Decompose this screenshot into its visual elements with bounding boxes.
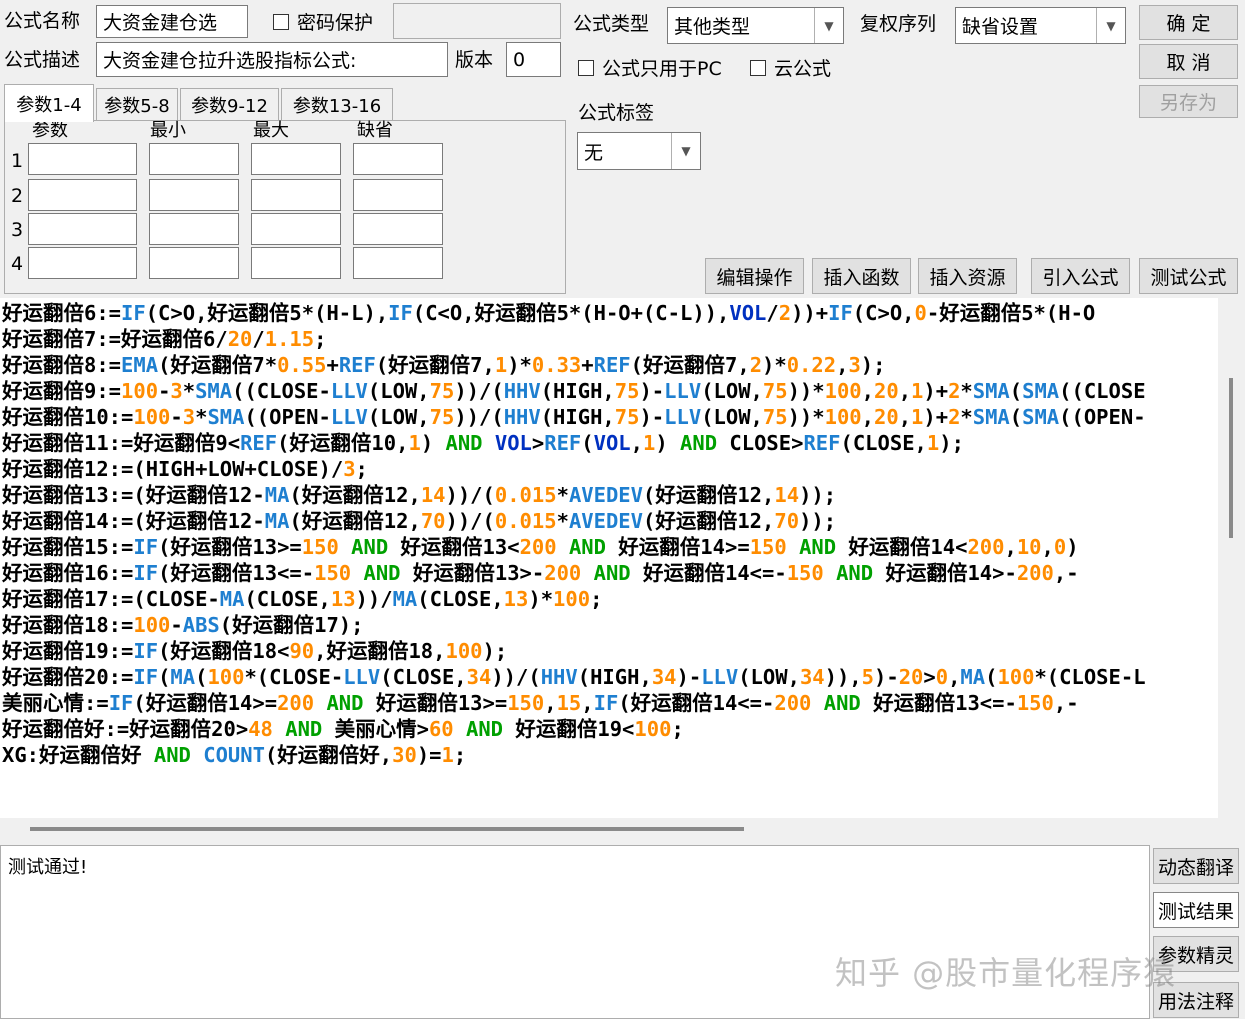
chevron-down-icon[interactable]: ▼ — [814, 8, 843, 43]
param-default-input[interactable] — [353, 179, 443, 211]
password-protect-checkbox[interactable]: 密码保护 — [273, 8, 373, 35]
param-header-name: 参数 — [32, 120, 68, 141]
param-name-input[interactable] — [28, 179, 137, 211]
code-line[interactable]: 好运翻倍9:=100-3*SMA((CLOSE-LLV(LOW,75))/(HH… — [2, 378, 1218, 404]
watermark: 知乎 @股市量化程序猿 — [835, 954, 1177, 992]
tab-params-5-8[interactable]: 参数5-8 — [96, 88, 178, 120]
param-min-input[interactable] — [149, 247, 239, 279]
checkbox-box[interactable] — [750, 59, 766, 76]
save-as-button[interactable]: 另存为 — [1139, 85, 1238, 118]
param-default-input[interactable] — [353, 143, 443, 175]
pc-only-label: 公式只用于PC — [602, 58, 722, 80]
tab-params-13-16[interactable]: 参数13-16 — [281, 88, 393, 120]
code-line[interactable]: 美丽心情:=IF(好运翻倍14>=200 AND 好运翻倍13>=150,15,… — [2, 690, 1218, 716]
code-line[interactable]: 好运翻倍13:=(好运翻倍12-MA(好运翻倍12,14))/(0.015*AV… — [2, 482, 1218, 508]
insert-function-button[interactable]: 插入函数 — [812, 258, 911, 294]
param-max-input[interactable] — [251, 213, 341, 245]
rights-sequence-select[interactable]: 缺省设置 ▼ — [955, 7, 1126, 44]
formula-name-label: 公式名称 — [4, 10, 81, 32]
param-default-input[interactable] — [353, 213, 443, 245]
code-line[interactable]: 好运翻倍6:=IF(C>O,好运翻倍5*(H-L),IF(C<O,好运翻倍5*(… — [2, 300, 1218, 326]
password-input — [393, 3, 561, 39]
scrollbar-thumb[interactable] — [1229, 378, 1233, 538]
chevron-down-icon[interactable]: ▼ — [1096, 8, 1125, 43]
rights-sequence-value: 缺省设置 — [962, 16, 1039, 38]
code-line[interactable]: 好运翻倍好:=好运翻倍20>48 AND 美丽心情>60 AND 好运翻倍19<… — [2, 716, 1218, 742]
code-line[interactable]: 好运翻倍17:=(CLOSE-MA(CLOSE,13))/MA(CLOSE,13… — [2, 586, 1218, 612]
formula-type-value: 其他类型 — [674, 16, 751, 38]
formula-type-label: 公式类型 — [573, 13, 650, 35]
param-row-number: 3 — [11, 219, 24, 241]
cloud-formula-label: 云公式 — [774, 58, 832, 80]
code-line[interactable]: 好运翻倍18:=100-ABS(好运翻倍17); — [2, 612, 1218, 638]
ok-button[interactable]: 确 定 — [1139, 5, 1238, 40]
param-max-input[interactable] — [251, 179, 341, 211]
test-result-button[interactable]: 测试结果 — [1153, 892, 1239, 928]
param-min-input[interactable] — [149, 213, 239, 245]
code-line[interactable]: XG:好运翻倍好 AND COUNT(好运翻倍好,30)=1; — [2, 742, 1218, 768]
param-name-input[interactable] — [28, 247, 137, 279]
formula-type-select[interactable]: 其他类型 ▼ — [667, 7, 844, 44]
param-max-input[interactable] — [251, 143, 341, 175]
dynamic-translate-button[interactable]: 动态翻译 — [1153, 848, 1239, 884]
param-header-max: 最大 — [253, 120, 289, 141]
code-line[interactable]: 好运翻倍19:=IF(好运翻倍18<90,好运翻倍18,100); — [2, 638, 1218, 664]
param-row-number: 2 — [11, 185, 24, 207]
code-line[interactable]: 好运翻倍20:=IF(MA(100*(CLOSE-LLV(CLOSE,34))/… — [2, 664, 1218, 690]
code-line[interactable]: 好运翻倍7:=好运翻倍6/20/1.15; — [2, 326, 1218, 352]
formula-desc-label: 公式描述 — [4, 49, 81, 71]
param-row-number: 1 — [11, 150, 24, 172]
param-header-min: 最小 — [150, 120, 186, 141]
tab-params-1-4[interactable]: 参数1-4 — [4, 84, 94, 122]
formula-tag-select[interactable]: 无 ▼ — [577, 132, 701, 170]
param-header-default: 缺省 — [357, 120, 393, 141]
formula-code-editor[interactable]: 好运翻倍6:=IF(C>O,好运翻倍5*(H-L),IF(C<O,好运翻倍5*(… — [0, 298, 1218, 818]
code-line[interactable]: 好运翻倍10:=100-3*SMA((OPEN-LLV(LOW,75))/(HH… — [2, 404, 1218, 430]
param-default-input[interactable] — [353, 247, 443, 279]
version-label: 版本 — [455, 49, 494, 71]
import-formula-button[interactable]: 引入公式 — [1031, 258, 1130, 294]
test-output-text: 测试通过! — [8, 857, 88, 878]
chevron-down-icon[interactable]: ▼ — [671, 133, 700, 169]
param-name-input[interactable] — [28, 213, 137, 245]
code-line[interactable]: 好运翻倍8:=EMA(好运翻倍7*0.55+REF(好运翻倍7,1)*0.33+… — [2, 352, 1218, 378]
rights-sequence-label: 复权序列 — [860, 13, 937, 35]
param-row-number: 4 — [11, 253, 24, 275]
horizontal-scrollbar[interactable] — [0, 818, 1218, 840]
code-line[interactable]: 好运翻倍11:=好运翻倍9<REF(好运翻倍10,1) AND VOL>REF(… — [2, 430, 1218, 456]
param-max-input[interactable] — [251, 247, 341, 279]
checkbox-box[interactable] — [578, 59, 594, 76]
param-name-input[interactable] — [28, 143, 137, 175]
formula-tag-label: 公式标签 — [578, 102, 655, 124]
checkbox-box[interactable] — [273, 13, 289, 30]
param-min-input[interactable] — [149, 179, 239, 211]
version-input[interactable]: 0 — [506, 42, 561, 77]
edit-ops-button[interactable]: 编辑操作 — [705, 258, 804, 294]
pc-only-checkbox[interactable]: 公式只用于PC — [578, 54, 722, 81]
test-formula-button[interactable]: 测试公式 — [1139, 258, 1238, 294]
code-line[interactable]: 好运翻倍12:=(HIGH+LOW+CLOSE)/3; — [2, 456, 1218, 482]
cloud-formula-checkbox[interactable]: 云公式 — [750, 54, 831, 81]
vertical-scrollbar[interactable] — [1218, 298, 1245, 818]
cancel-button[interactable]: 取 消 — [1139, 44, 1238, 79]
param-min-input[interactable] — [149, 143, 239, 175]
formula-tag-value: 无 — [584, 141, 604, 164]
password-protect-label: 密码保护 — [297, 12, 374, 34]
formula-name-input[interactable]: 大资金建仓选 — [96, 5, 248, 38]
insert-resource-button[interactable]: 插入资源 — [918, 258, 1017, 294]
formula-desc-input[interactable]: 大资金建仓拉升选股指标公式: — [96, 42, 448, 77]
scrollbar-thumb[interactable] — [30, 827, 744, 831]
code-line[interactable]: 好运翻倍14:=(好运翻倍12-MA(好运翻倍12,70))/(0.015*AV… — [2, 508, 1218, 534]
code-line[interactable]: 好运翻倍15:=IF(好运翻倍13>=150 AND 好运翻倍13<200 AN… — [2, 534, 1218, 560]
code-text[interactable]: 好运翻倍6:=IF(C>O,好运翻倍5*(H-L),IF(C<O,好运翻倍5*(… — [0, 298, 1218, 768]
tab-params-9-12[interactable]: 参数9-12 — [180, 88, 279, 120]
code-line[interactable]: 好运翻倍16:=IF(好运翻倍13<=-150 AND 好运翻倍13>-200 … — [2, 560, 1218, 586]
